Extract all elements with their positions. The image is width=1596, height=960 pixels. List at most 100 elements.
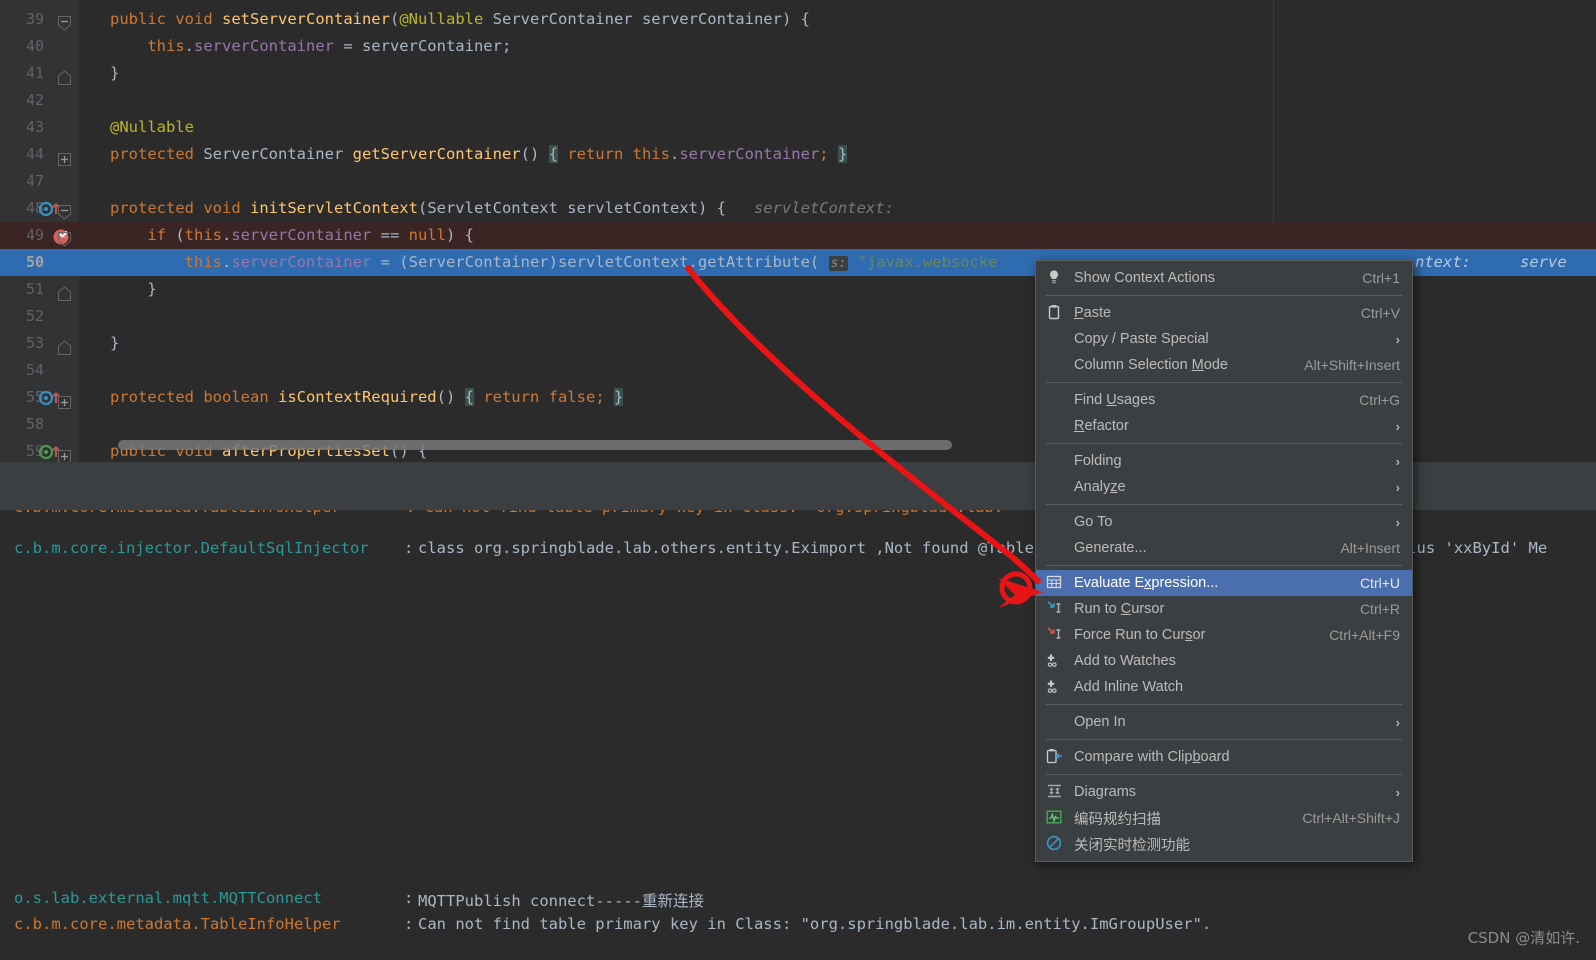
- lightbulb-icon: [1046, 269, 1068, 287]
- menu-separator: [1046, 382, 1402, 383]
- code-fold-handle[interactable]: [58, 13, 71, 31]
- menu-item-shortcut: Ctrl+U: [1359, 575, 1400, 591]
- no-icon: [1046, 330, 1068, 348]
- no-icon: [1046, 478, 1068, 496]
- menu-item-label: Refactor: [1074, 418, 1129, 434]
- line-number: 42: [25, 91, 44, 109]
- line-number: 44: [25, 145, 44, 163]
- menu-item-label: Force Run to Cursor: [1074, 627, 1206, 643]
- menu-item-label: Add Inline Watch: [1074, 679, 1184, 695]
- code-line[interactable]: 41}: [0, 60, 1596, 87]
- menu-item-label: Copy / Paste Special: [1074, 331, 1209, 347]
- menu-item-label: 关闭实时检测功能: [1074, 837, 1190, 854]
- menu-item-find-usages[interactable]: Find Usages Ctrl+G: [1036, 387, 1412, 413]
- console-separator: :: [404, 915, 414, 933]
- menu-item-label: Column Selection Mode: [1074, 357, 1228, 373]
- code-text: }: [110, 280, 157, 298]
- chevron-right-icon: ›: [1395, 331, 1400, 347]
- code-fold-handle[interactable]: [58, 202, 71, 220]
- menu-item-analyze[interactable]: Analyze ›: [1036, 474, 1412, 500]
- code-fold-handle[interactable]: [58, 229, 71, 247]
- clipboard-icon: [1046, 304, 1068, 322]
- inline-param-hint-tail-2: serve: [1520, 253, 1567, 271]
- menu-item-label: Compare with Clipboard: [1074, 749, 1230, 765]
- menu-item-refactor[interactable]: Refactor ›: [1036, 413, 1412, 439]
- editor-horizontal-scrollbar[interactable]: [118, 440, 952, 450]
- menu-item-run-to-cursor[interactable]: Run to Cursor Ctrl+R: [1036, 596, 1412, 622]
- menu-item-folding[interactable]: Folding ›: [1036, 448, 1412, 474]
- code-fold-handle[interactable]: [58, 148, 71, 166]
- chevron-right-icon: ›: [1395, 453, 1400, 469]
- code-fold-handle[interactable]: [58, 283, 71, 301]
- no-icon: [1046, 513, 1068, 531]
- menu-item-copy-paste-special[interactable]: Copy / Paste Special ›: [1036, 326, 1412, 352]
- code-line[interactable]: 49 if (this.serverContainer == null) {: [0, 222, 1596, 249]
- compare-clipboard-icon: [1046, 748, 1068, 766]
- add-watch-icon: [1046, 652, 1068, 670]
- menu-item-evaluate-expression[interactable]: Evaluate Expression... Ctrl+U: [1036, 570, 1412, 596]
- no-icon: [1046, 452, 1068, 470]
- code-text: this.serverContainer = serverContainer;: [147, 37, 512, 55]
- line-number: 53: [25, 334, 44, 352]
- menu-item-label: 编码规约扫描: [1074, 811, 1161, 828]
- code-line[interactable]: 44 protected ServerContainer getServerCon…: [0, 141, 1596, 168]
- menu-item-label: Analyze: [1074, 479, 1126, 495]
- menu-separator: [1046, 295, 1402, 296]
- menu-item-column-selection-mode[interactable]: Column Selection Mode Alt+Shift+Insert: [1036, 352, 1412, 378]
- code-line[interactable]: 48 protected void initServletContext(Serv…: [0, 195, 1596, 222]
- code-line[interactable]: 39 public void setServerContainer(@Nullab…: [0, 6, 1596, 33]
- menu-item-open-in[interactable]: Open In ›: [1036, 709, 1412, 735]
- editor-context-menu[interactable]: Show Context Actions Ctrl+1 Paste Ctrl+V Cop…: [1035, 260, 1413, 862]
- menu-item-shortcut: Alt+Shift+Insert: [1304, 357, 1400, 373]
- code-text: this.serverContainer = (ServerContainer)…: [184, 253, 998, 271]
- code-line[interactable]: 42: [0, 87, 1596, 114]
- code-line[interactable]: 40 this.serverContainer = serverContaine…: [0, 33, 1596, 60]
- menu-item-[interactable]: 编码规约扫描 Ctrl+Alt+Shift+J: [1036, 805, 1412, 831]
- line-number: 40: [25, 37, 44, 55]
- code-text: protected void initServletContext(Servle…: [110, 199, 894, 217]
- code-fold-handle[interactable]: [58, 445, 71, 462]
- menu-item-label: Generate...: [1074, 540, 1147, 556]
- menu-separator: [1046, 504, 1402, 505]
- menu-item-compare-with-clipboard[interactable]: Compare with Clipboard: [1036, 744, 1412, 770]
- menu-item-shortcut: Ctrl+V: [1360, 305, 1400, 321]
- menu-item-label: Add to Watches: [1074, 653, 1176, 669]
- console-log-message: MQTTPublish connect-----重新连接: [418, 892, 704, 910]
- menu-item-shortcut: Ctrl+Alt+F9: [1329, 627, 1400, 643]
- no-icon: [1046, 539, 1068, 557]
- menu-separator: [1046, 443, 1402, 444]
- code-line[interactable]: 47: [0, 168, 1596, 195]
- menu-item-paste[interactable]: Paste Ctrl+V: [1036, 300, 1412, 326]
- menu-item-label: Run to Cursor: [1074, 601, 1165, 617]
- menu-separator: [1046, 704, 1402, 705]
- code-scan-icon: [1046, 809, 1068, 827]
- console-logger-name: c.b.m.core.metadata.TableInfoHelper: [14, 915, 341, 933]
- menu-item-show-context-actions[interactable]: Show Context Actions Ctrl+1: [1036, 265, 1412, 291]
- menu-item-label: Go To: [1074, 514, 1113, 530]
- console-separator: :: [404, 539, 414, 557]
- chevron-right-icon: ›: [1395, 418, 1400, 434]
- line-number: 58: [25, 415, 44, 433]
- menu-item-[interactable]: 关闭实时检测功能: [1036, 831, 1412, 857]
- code-text: public void setServerContainer(@Nullable…: [110, 10, 810, 28]
- code-fold-handle[interactable]: [58, 391, 71, 409]
- console-log-text: c.b.m.core.metadata.TableInfoHelper : Ca…: [14, 510, 1003, 516]
- no-icon: [1046, 417, 1068, 435]
- add-watch-icon: [1046, 678, 1068, 696]
- code-fold-handle[interactable]: [58, 67, 71, 85]
- menu-separator: [1046, 739, 1402, 740]
- console-logger-name: o.s.lab.external.mqtt.MQTTConnect: [14, 889, 322, 907]
- menu-item-label: Diagrams: [1074, 784, 1137, 800]
- menu-item-go-to[interactable]: Go To ›: [1036, 509, 1412, 535]
- code-fold-handle[interactable]: [58, 337, 71, 355]
- console-log-message: Can not find table primary key in Class:…: [418, 915, 1212, 933]
- menu-item-force-run-to-cursor[interactable]: Force Run to Cursor Ctrl+Alt+F9: [1036, 622, 1412, 648]
- diagrams-icon: [1046, 783, 1068, 801]
- code-line[interactable]: 43 @Nullable: [0, 114, 1596, 141]
- no-icon: [1046, 391, 1068, 409]
- menu-item-label: Paste: [1074, 305, 1112, 321]
- menu-item-add-inline-watch[interactable]: Add Inline Watch: [1036, 674, 1412, 700]
- menu-item-diagrams[interactable]: Diagrams ›: [1036, 779, 1412, 805]
- menu-item-generate[interactable]: Generate... Alt+Insert: [1036, 535, 1412, 561]
- menu-item-add-to-watches[interactable]: Add to Watches: [1036, 648, 1412, 674]
